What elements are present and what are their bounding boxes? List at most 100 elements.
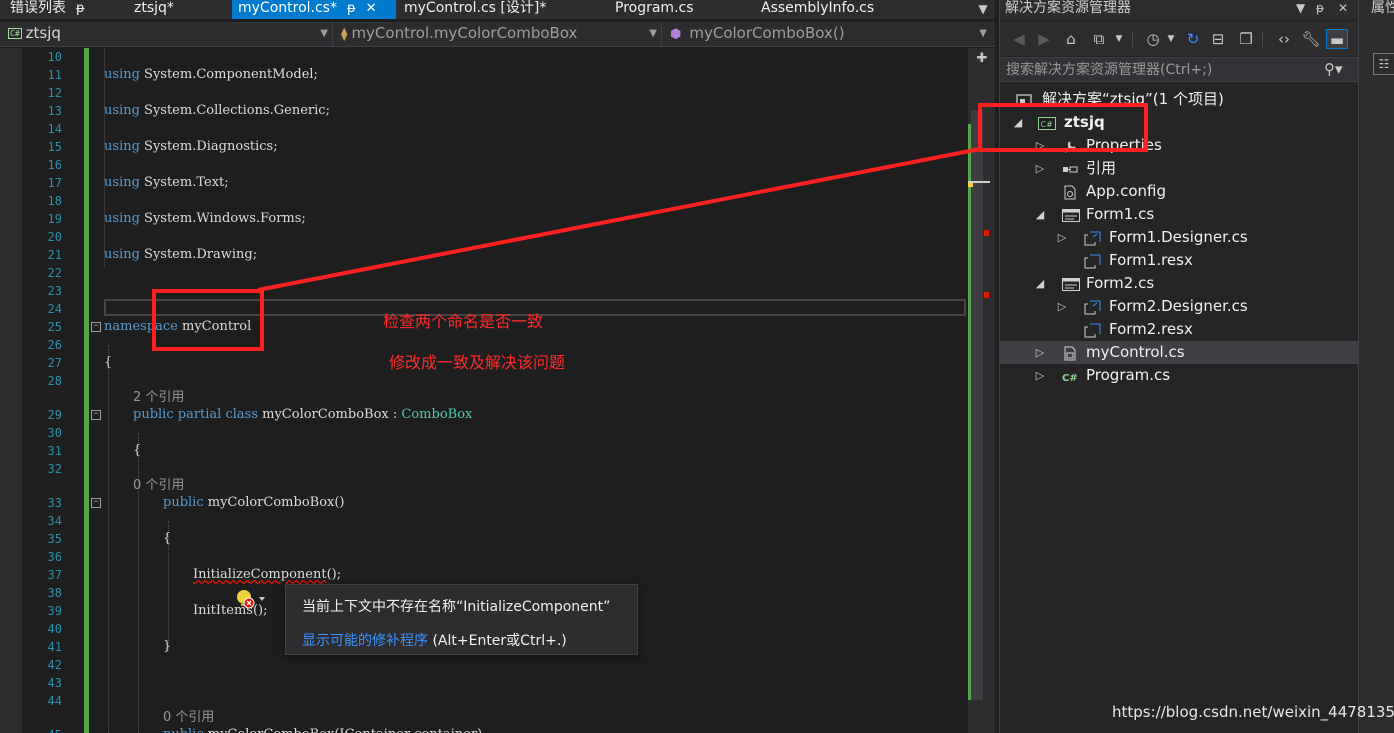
close-icon[interactable]: ✕ <box>1338 0 1348 17</box>
collapsed-arrow-icon[interactable]: ▷ <box>1034 157 1046 180</box>
editor-vertical-scrollbar[interactable]: ✚ <box>968 48 995 733</box>
pin-icon[interactable]: ᵽ <box>1316 0 1324 17</box>
switch-views-icon[interactable]: ⧉ <box>1088 29 1110 49</box>
collapsed-arrow-icon[interactable]: ▷ <box>1056 295 1068 318</box>
tab-error-list[interactable]: 错误列表 ᵽ <box>0 0 85 19</box>
code-line[interactable]: 33 − public myColorComboBox() <box>0 494 968 512</box>
scrollbar-thumb[interactable] <box>971 110 983 700</box>
code-line[interactable]: 12 <box>0 84 968 102</box>
pin-icon[interactable]: ᵽ <box>347 0 356 17</box>
forward-icon[interactable]: ▶ <box>1033 29 1055 49</box>
tab-overflow-dropdown-icon[interactable]: ▼ <box>975 0 991 19</box>
split-window-icon[interactable]: ✚ <box>974 50 990 68</box>
expanded-arrow-icon[interactable]: ◢ <box>1012 111 1024 134</box>
collapsed-arrow-icon[interactable]: ▷ <box>1034 341 1046 364</box>
tab-assemblyinfo-cs[interactable]: AssemblyInfo.cs <box>751 0 874 19</box>
class-dropdown[interactable]: ⧫ myControl.myColorComboBox ▼ <box>335 22 662 46</box>
tree-item[interactable]: ◢ C# ztsjq <box>1000 111 1359 134</box>
project-dropdown[interactable]: C# ztsjq ▼ <box>0 22 333 46</box>
codelens-reference-count[interactable]: 0 个引用 <box>163 710 214 725</box>
code-line[interactable]: 20 <box>0 228 968 246</box>
show-all-files-icon[interactable]: ❐ <box>1235 29 1257 49</box>
tab-mycontrol-design[interactable]: myControl.cs [设计]* <box>394 0 546 19</box>
code-line[interactable]: 44 <box>0 692 968 710</box>
solution-explorer-search[interactable]: ⚲▾ <box>1000 57 1359 82</box>
codelens-reference-count[interactable]: 0 个引用 <box>133 478 184 493</box>
pin-icon[interactable]: ᵽ <box>76 0 85 17</box>
code-line[interactable]: 45 public myColorComboBox(IContainer cont… <box>0 726 968 733</box>
code-line[interactable]: 19 using System.Windows.Forms; <box>0 210 968 228</box>
code-line[interactable]: 43 <box>0 674 968 692</box>
tree-item[interactable]: ▷ Properties <box>1000 134 1359 157</box>
tree-item[interactable]: 解决方案“ztsjq”(1 个项目) <box>1000 88 1359 111</box>
code-line[interactable]: 17 using System.Text; <box>0 174 968 192</box>
codelens-row[interactable]: 2 个引用 <box>0 389 968 407</box>
expanded-arrow-icon[interactable]: ◢ <box>1034 203 1046 226</box>
collapsed-arrow-icon[interactable]: ▷ <box>1034 134 1046 157</box>
show-potential-fixes-link[interactable]: 显示可能的修补程序 <box>302 633 428 649</box>
panel-menu-chevron-icon[interactable]: ▼ <box>1296 0 1305 17</box>
code-line[interactable]: 14 <box>0 120 968 138</box>
code-line[interactable]: 21 using System.Drawing; <box>0 246 968 264</box>
code-line[interactable]: 42 <box>0 656 968 674</box>
collapse-region-icon[interactable]: − <box>91 322 101 332</box>
chevron-down-icon[interactable]: ▼ <box>1160 29 1182 49</box>
code-line[interactable]: 34 <box>0 512 968 530</box>
home-icon[interactable]: ⌂ <box>1060 29 1082 49</box>
collapse-all-icon[interactable]: ⊟ <box>1207 29 1229 49</box>
code-line[interactable]: 29 − public partial class myColorComboBox … <box>0 406 968 424</box>
expanded-arrow-icon[interactable]: ◢ <box>1034 272 1046 295</box>
tree-item[interactable]: ▷ Form1.Designer.cs <box>1000 226 1359 249</box>
code-line[interactable]: 37 InitializeComponent(); <box>0 566 968 584</box>
collapsed-arrow-icon[interactable]: ▷ <box>1056 226 1068 249</box>
csharp-class-icon: C# <box>1062 368 1078 384</box>
chevron-down-icon[interactable]: ▼ <box>1108 29 1130 49</box>
back-icon[interactable]: ◀ <box>1008 29 1030 49</box>
search-icon[interactable]: ⚲▾ <box>1324 59 1343 80</box>
codelens-reference-count[interactable]: 2 个引用 <box>133 390 184 405</box>
tree-item[interactable]: ▷ myControl.cs <box>1000 341 1359 364</box>
tree-item[interactable]: ▷ 引用 <box>1000 157 1359 180</box>
member-dropdown[interactable]: ⬢ myColorComboBox() ▼ <box>664 22 991 46</box>
code-line[interactable]: 18 <box>0 192 968 210</box>
code-line[interactable]: 23 <box>0 282 968 300</box>
tree-item[interactable]: App.config <box>1000 180 1359 203</box>
close-icon[interactable]: ✕ <box>366 0 377 17</box>
tree-item[interactable]: Form1.resx <box>1000 249 1359 272</box>
codelens-row[interactable]: 0 个引用 <box>0 477 968 495</box>
collapse-region-icon[interactable]: − <box>91 498 101 508</box>
code-line[interactable]: 10 <box>0 48 968 66</box>
tree-item[interactable]: ◢ Form1.cs <box>1000 203 1359 226</box>
refresh-icon[interactable]: ↻ <box>1182 29 1204 49</box>
quick-actions-lightbulb[interactable] <box>234 587 268 611</box>
code-line[interactable]: 36 <box>0 548 968 566</box>
tree-item[interactable]: Form2.resx <box>1000 318 1359 341</box>
collapse-region-icon[interactable]: − <box>91 410 101 420</box>
search-input[interactable] <box>1000 58 1320 81</box>
code-line[interactable]: 22 <box>0 264 968 282</box>
tab-program-cs[interactable]: Program.cs <box>605 0 694 19</box>
tree-item[interactable]: ▷ Form2.Designer.cs <box>1000 295 1359 318</box>
tree-item[interactable]: ▷ C# Program.cs <box>1000 364 1359 387</box>
codelens-row[interactable]: 0 个引用 <box>0 709 968 727</box>
code-line[interactable]: 13 using System.Collections.Generic; <box>0 102 968 120</box>
code-text-token: myControl <box>177 319 252 334</box>
properties-panel-collapsed[interactable]: 属性 ☷ <box>1358 0 1394 733</box>
code-line[interactable]: 16 <box>0 156 968 174</box>
code-line[interactable]: 35 { <box>0 530 968 548</box>
collapsed-arrow-icon[interactable]: ▷ <box>1034 364 1046 387</box>
lightbulb-error-icon[interactable] <box>234 587 268 611</box>
properties-wrench-icon[interactable]: 🔧︎ <box>1300 29 1322 49</box>
view-code-icon[interactable]: ‹› <box>1273 29 1295 49</box>
preview-selected-items-icon[interactable]: ▬ <box>1326 29 1348 49</box>
code-line[interactable]: 28 <box>0 372 968 390</box>
code-line[interactable]: 31 { <box>0 442 968 460</box>
property-pages-icon[interactable]: ☷ <box>1373 53 1394 75</box>
code-line[interactable]: 32 <box>0 460 968 478</box>
code-line[interactable]: 11 using System.ComponentModel; <box>0 66 968 84</box>
tab-ztsjq[interactable]: ztsjq* <box>124 0 174 19</box>
code-line[interactable]: 30 <box>0 424 968 442</box>
tab-mycontrol-cs[interactable]: myControl.cs* ᵽ ✕ <box>232 0 396 19</box>
tree-item[interactable]: ◢ Form2.cs <box>1000 272 1359 295</box>
code-line[interactable]: 15 using System.Diagnostics; <box>0 138 968 156</box>
